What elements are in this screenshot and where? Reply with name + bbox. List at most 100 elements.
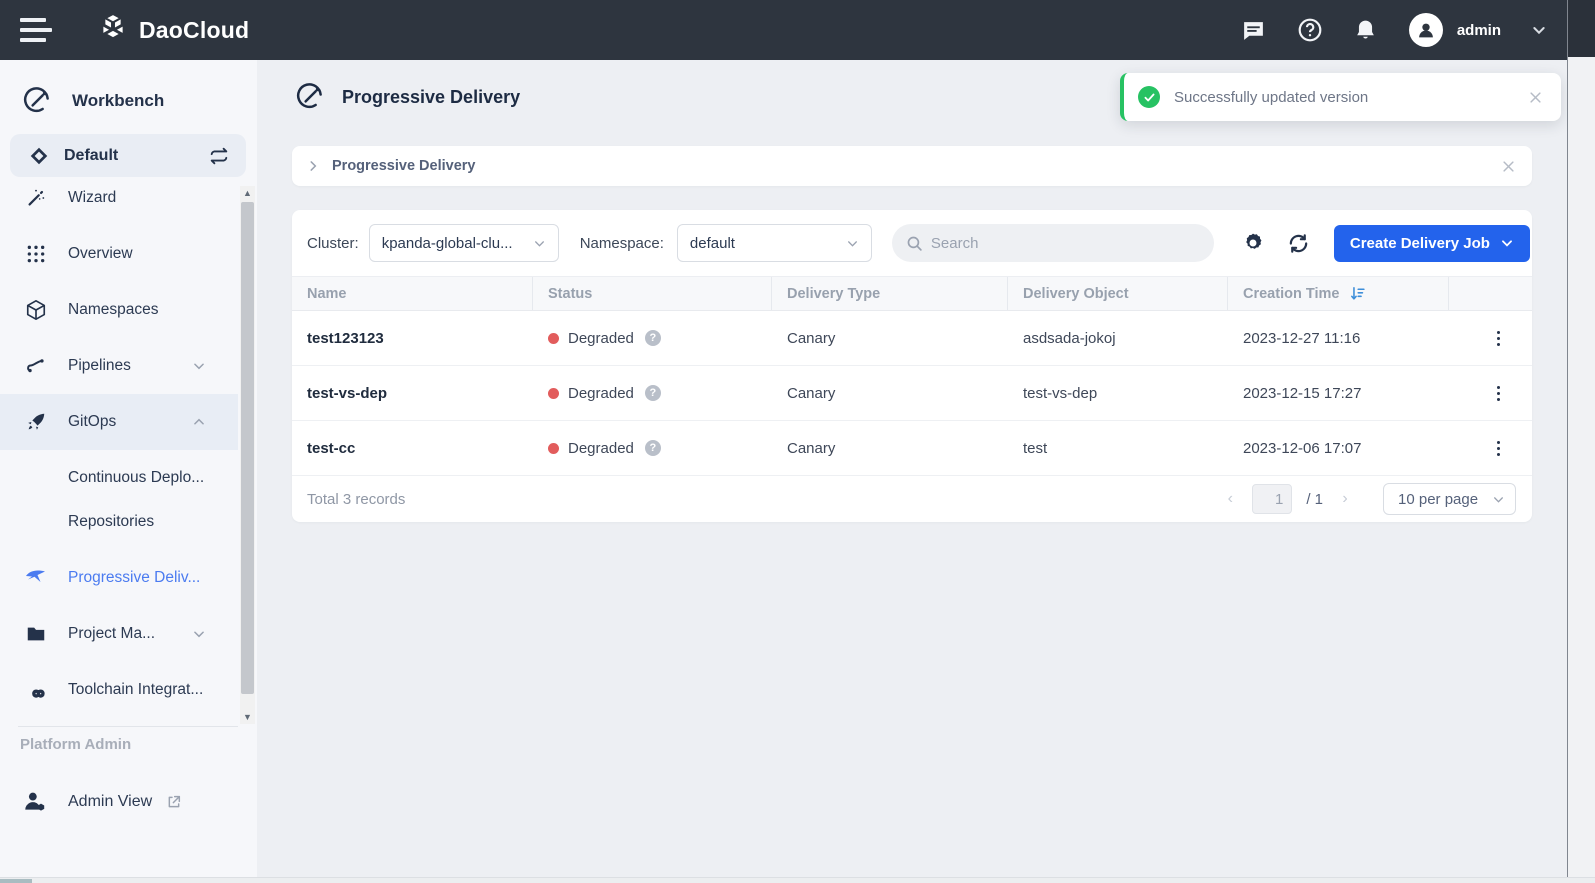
chevron-down-icon — [192, 627, 206, 641]
search-input[interactable] — [931, 235, 1171, 252]
sidebar: Workbench Default Wizard Overview — [0, 60, 257, 877]
button-chevron-down-icon — [1500, 236, 1514, 250]
namespace-select[interactable]: default — [677, 224, 872, 262]
chevron-down-icon — [533, 237, 546, 250]
row-actions-kebab-icon[interactable] — [1497, 331, 1500, 346]
workbench-header: Workbench — [22, 86, 164, 116]
breadcrumb-chevron-right-icon[interactable] — [306, 159, 320, 173]
sidebar-item-pipelines[interactable]: Pipelines — [0, 338, 238, 394]
namespace-label: Namespace: — [580, 235, 664, 252]
grid-dots-icon — [24, 242, 48, 266]
sidebar-item-namespaces[interactable]: Namespaces — [0, 282, 238, 338]
delivery-jobs-card: Cluster: kpanda-global-clu... Namespace:… — [292, 210, 1532, 522]
status-cell: Degraded ? — [533, 330, 772, 347]
toast-message: Successfully updated version — [1174, 89, 1528, 106]
sidebar-divider — [18, 726, 238, 727]
infinity-icon — [24, 678, 48, 702]
status-help-icon[interactable]: ? — [645, 385, 661, 401]
table-footer: Total 3 records ‹ / 1 › 10 per page — [292, 476, 1532, 522]
row-actions-kebab-icon[interactable] — [1497, 441, 1500, 456]
table-row[interactable]: test-vs-dep Degraded ? Canary test-vs-de… — [292, 366, 1532, 421]
chevron-down-icon — [192, 359, 206, 373]
col-creation-time: Creation Time — [1228, 277, 1449, 310]
scroll-up-icon[interactable]: ▲ — [240, 186, 255, 200]
status-dot-degraded — [548, 333, 559, 344]
horizontal-scrollbar[interactable] — [0, 877, 1595, 883]
success-check-icon — [1138, 86, 1160, 108]
prev-page-icon[interactable]: ‹ — [1222, 490, 1238, 508]
col-delivery-type: Delivery Type — [772, 277, 1008, 310]
platform-admin-section-label: Platform Admin — [20, 736, 131, 753]
sidebar-item-overview[interactable]: Overview — [0, 226, 238, 282]
cube-icon — [24, 298, 48, 322]
create-delivery-job-button[interactable]: Create Delivery Job — [1334, 225, 1530, 262]
user-avatar[interactable] — [1409, 13, 1443, 47]
current-page-input[interactable] — [1252, 484, 1292, 514]
toast-notification: Successfully updated version — [1120, 73, 1561, 121]
rocket-icon — [24, 410, 48, 434]
top-navbar: DaoCloud admin — [0, 0, 1595, 60]
window-edge-strip — [1567, 0, 1595, 883]
sidebar-item-gitops[interactable]: GitOps — [0, 394, 238, 450]
chevron-down-icon — [846, 237, 859, 250]
search-box[interactable] — [892, 224, 1214, 262]
col-name: Name — [292, 277, 533, 310]
app-window: DaoCloud admin Workb — [0, 0, 1595, 883]
help-icon[interactable] — [1297, 17, 1323, 43]
table-row[interactable]: test-cc Degraded ? Canary test 2023-12-0… — [292, 421, 1532, 476]
sort-descending-icon[interactable] — [1349, 285, 1366, 302]
brand[interactable]: DaoCloud — [96, 13, 249, 47]
status-dot-degraded — [548, 388, 559, 399]
scrollbar-thumb[interactable] — [241, 202, 254, 694]
status-dot-degraded — [548, 443, 559, 454]
status-cell: Degraded ? — [533, 385, 772, 402]
messages-icon[interactable] — [1241, 17, 1267, 43]
user-menu-chevron-down-icon[interactable] — [1531, 22, 1547, 38]
page-header: Progressive Delivery — [295, 82, 520, 112]
breadcrumb-close-icon[interactable] — [1501, 159, 1516, 174]
search-icon — [906, 235, 923, 252]
status-help-icon[interactable]: ? — [645, 440, 661, 456]
sidebar-item-repositories[interactable]: Repositories — [0, 500, 238, 544]
page-title: Progressive Delivery — [342, 87, 520, 108]
sidebar-scrollbar[interactable]: ▲ ▼ — [240, 186, 255, 724]
sidebar-item-progressive-delivery[interactable]: Progressive Deliv... — [0, 550, 238, 606]
row-actions-kebab-icon[interactable] — [1497, 386, 1500, 401]
pagination: ‹ / 1 › 10 per page — [1222, 483, 1516, 515]
sidebar-item-project-management[interactable]: Project Ma... — [0, 606, 238, 662]
pipelines-icon — [24, 354, 48, 378]
bird-icon — [24, 566, 48, 590]
progressive-delivery-icon — [295, 82, 325, 112]
scroll-down-icon[interactable]: ▼ — [240, 710, 255, 724]
horizontal-scrollbar-thumb[interactable] — [0, 879, 32, 883]
workspace-name: Default — [64, 147, 208, 165]
menu-toggle-icon[interactable] — [20, 18, 54, 42]
brand-name: DaoCloud — [139, 17, 249, 44]
chevron-up-icon — [192, 415, 206, 429]
main-content: Progressive Delivery Progressive Deliver… — [257, 60, 1567, 877]
sidebar-item-continuous-deployment[interactable]: Continuous Deplo... — [0, 456, 238, 500]
refresh-icon[interactable] — [1287, 232, 1309, 254]
sidebar-item-toolchain-integration[interactable]: Toolchain Integrat... — [0, 662, 238, 718]
page-count-label: / 1 — [1306, 491, 1323, 508]
page-size-select[interactable]: 10 per page — [1383, 483, 1516, 515]
status-cell: Degraded ? — [533, 440, 772, 457]
table-header-row: Name Status Delivery Type Delivery Objec… — [292, 276, 1532, 311]
status-help-icon[interactable]: ? — [645, 330, 661, 346]
settings-gear-icon[interactable] — [1242, 232, 1264, 254]
cluster-select[interactable]: kpanda-global-clu... — [369, 224, 559, 262]
switch-workspace-icon[interactable] — [208, 145, 230, 167]
table-row[interactable]: test123123 Degraded ? Canary asdsada-jok… — [292, 311, 1532, 366]
daocloud-logo-icon — [96, 13, 130, 47]
notifications-bell-icon[interactable] — [1353, 17, 1379, 43]
chevron-down-icon — [1492, 493, 1505, 506]
toast-close-icon[interactable] — [1528, 90, 1543, 105]
next-page-icon[interactable]: › — [1337, 490, 1353, 508]
cluster-label: Cluster: — [307, 235, 359, 252]
sidebar-item-wizard[interactable]: Wizard — [0, 170, 238, 226]
sidebar-item-admin-view[interactable]: Admin View — [0, 774, 238, 830]
workbench-icon — [22, 86, 52, 116]
external-link-icon — [166, 794, 182, 810]
navbar-actions: admin — [1241, 0, 1547, 60]
filter-toolbar: Cluster: kpanda-global-clu... Namespace:… — [292, 210, 1532, 276]
